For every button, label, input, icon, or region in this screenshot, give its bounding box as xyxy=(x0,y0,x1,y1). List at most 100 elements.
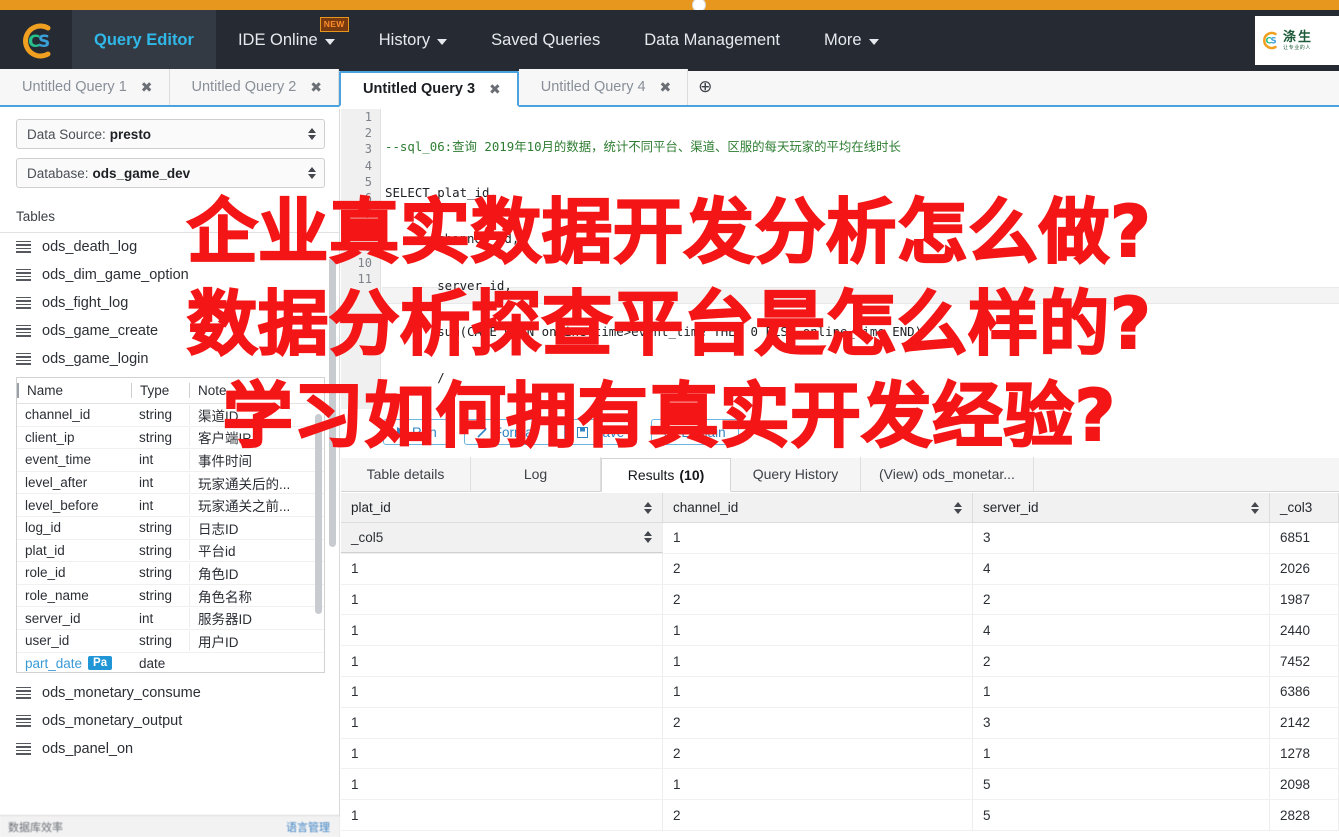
table-list-item[interactable]: ods_monetary_consume xyxy=(0,679,339,707)
column-row[interactable]: event_time int 事件时间 xyxy=(17,449,324,472)
table-list-item[interactable]: ods_game_create xyxy=(0,317,339,345)
nav-item-saved-queries[interactable]: Saved Queries xyxy=(469,10,622,71)
tab-query-history[interactable]: Query History xyxy=(731,457,861,491)
table-row[interactable]: 1 2 3 2142 xyxy=(341,707,1339,739)
sort-icon[interactable] xyxy=(1251,501,1259,514)
column-row[interactable]: user_id string 用户ID xyxy=(17,630,324,653)
table-list-item-expanded[interactable]: ods_game_login xyxy=(0,345,339,373)
data-source-select[interactable]: Data Source: presto xyxy=(16,119,325,149)
column-row[interactable]: level_after int 玩家通关后的... xyxy=(17,472,324,495)
column-row[interactable]: role_name string 角色名称 xyxy=(17,585,324,608)
close-icon[interactable]: ✖ xyxy=(489,81,501,98)
cell-plat-id[interactable]: _col5 xyxy=(341,523,663,553)
query-tab-4[interactable]: Untitled Query 4 ✖ xyxy=(518,69,689,105)
column-row-partition[interactable]: part_date Pa date xyxy=(17,653,324,672)
nav-item-history[interactable]: History xyxy=(357,10,469,71)
nav-item-ide-online[interactable]: IDE Online NEW xyxy=(216,10,357,71)
table-name: ods_dim_game_option xyxy=(42,267,189,283)
left-sidebar: Data Source: presto Database: ods_game_d… xyxy=(0,109,340,837)
grid-header-plat-id[interactable]: plat_id xyxy=(341,493,663,522)
video-progress-bar[interactable] xyxy=(0,0,1339,12)
column-header-name[interactable]: Name xyxy=(17,383,131,398)
cell-col3: 6386 xyxy=(1270,676,1339,707)
cell-server-id: 4 xyxy=(973,553,1270,584)
column-row[interactable]: channel_id string 渠道ID xyxy=(17,404,324,427)
table-list-item[interactable]: ods_panel_on xyxy=(0,735,339,763)
tab-view-table[interactable]: (View) ods_monetar... xyxy=(861,457,1034,491)
cell-spinner-icon[interactable] xyxy=(644,531,652,544)
table-row[interactable]: 1 1 4 2440 xyxy=(341,615,1339,647)
table-list-item[interactable]: ods_monetary_output xyxy=(0,707,339,735)
table-icon xyxy=(16,324,31,338)
panel-scrollbar[interactable] xyxy=(315,414,322,614)
nav-label: Query Editor xyxy=(94,31,194,49)
column-note: 客户端IP xyxy=(189,427,319,448)
database-select[interactable]: Database: ods_game_dev xyxy=(16,158,325,188)
cell-col3: 1278 xyxy=(1270,738,1339,769)
tab-table-details[interactable]: Table details xyxy=(341,457,471,491)
table-row[interactable]: 1 2 5 2828 xyxy=(341,800,1339,831)
table-list-item[interactable]: ods_death_log xyxy=(0,233,339,261)
cell-channel-id: 1 xyxy=(663,646,973,676)
cell-server-id: 2 xyxy=(973,584,1270,615)
cell-plat-id: 1 xyxy=(341,738,663,769)
close-icon[interactable]: ✖ xyxy=(310,79,322,96)
column-row[interactable]: plat_id string 平台id xyxy=(17,540,324,563)
query-tab-1[interactable]: Untitled Query 1 ✖ xyxy=(0,69,170,105)
sort-icon[interactable] xyxy=(644,501,652,514)
editor-toolbar: Run Format Save Explain xyxy=(341,409,1339,455)
grid-header-server-id[interactable]: server_id xyxy=(973,493,1270,522)
column-name: user_id xyxy=(25,633,70,649)
close-icon[interactable]: ✖ xyxy=(660,79,672,96)
format-button[interactable]: Format xyxy=(463,419,550,445)
table-list-item[interactable]: ods_fight_log xyxy=(0,289,339,317)
column-row[interactable]: log_id string 日志ID xyxy=(17,517,324,540)
column-name: channel_id xyxy=(25,407,91,423)
nav-item-data-management[interactable]: Data Management xyxy=(622,10,802,71)
sidebar-scrollbar[interactable] xyxy=(329,257,336,547)
grid-header-channel-id[interactable]: channel_id xyxy=(663,493,973,522)
table-row[interactable]: _col5 1 3 6851 xyxy=(341,523,1339,554)
app-logo[interactable]: C S xyxy=(0,10,72,71)
grid-header-col3[interactable]: _col3 xyxy=(1270,493,1339,522)
query-tab-3[interactable]: Untitled Query 3 ✖ xyxy=(339,71,519,107)
status-right-link[interactable]: 语言管理 xyxy=(286,819,330,835)
tab-log[interactable]: Log xyxy=(471,457,601,491)
table-row[interactable]: 1 1 1 6386 xyxy=(341,676,1339,708)
line-number: 11 xyxy=(357,271,372,286)
run-button[interactable]: Run xyxy=(383,419,450,445)
explain-button[interactable]: Explain xyxy=(651,419,739,445)
table-icon xyxy=(16,714,31,728)
column-header-type[interactable]: Type xyxy=(131,383,189,398)
table-row[interactable]: 1 1 2 7452 xyxy=(341,646,1339,677)
table-list-item[interactable]: ods_dim_game_option xyxy=(0,261,339,289)
editor-code[interactable]: --sql_06:查询 2019年10月的数据，统计不同平台、渠道、区服的每天玩… xyxy=(385,109,1339,409)
table-row[interactable]: 1 2 4 2026 xyxy=(341,553,1339,585)
table-row[interactable]: 1 2 1 1278 xyxy=(341,738,1339,770)
column-row[interactable]: level_before int 玩家通关之前... xyxy=(17,494,324,517)
table-name: ods_game_create xyxy=(42,323,159,339)
column-row[interactable]: server_id int 服务器ID xyxy=(17,607,324,630)
column-header-note[interactable]: Note xyxy=(189,383,319,398)
grid-header-label: plat_id xyxy=(351,500,391,515)
cell-plat-id: 1 xyxy=(341,769,663,800)
table-row[interactable]: 1 1 5 2098 xyxy=(341,769,1339,801)
code-line: --sql_06:查询 2019年10月的数据，统计不同平台、渠道、区服的每天玩… xyxy=(385,139,901,154)
sort-icon[interactable] xyxy=(954,501,962,514)
add-tab-button[interactable]: ⊕ xyxy=(688,69,722,105)
column-type: string xyxy=(139,520,173,536)
new-badge: NEW xyxy=(319,17,349,32)
column-row[interactable]: role_id string 角色ID xyxy=(17,562,324,585)
column-row[interactable]: client_ip string 客户端IP xyxy=(17,427,324,450)
table-row[interactable]: 1 2 2 1987 xyxy=(341,584,1339,616)
cell-server-id: 3 xyxy=(973,523,1270,553)
nav-item-query-editor[interactable]: Query Editor xyxy=(72,10,216,71)
close-icon[interactable]: ✖ xyxy=(141,79,153,96)
query-tab-2[interactable]: Untitled Query 2 ✖ xyxy=(169,69,340,105)
nav-item-more[interactable]: More xyxy=(802,10,901,71)
tab-results[interactable]: Results (10) xyxy=(601,458,731,492)
save-button[interactable]: Save xyxy=(563,419,638,445)
line-number: 2 xyxy=(364,126,372,141)
sql-editor[interactable]: 1 2 3 4 5 6 7 8 9 10 11 --sql_06:查询 2019… xyxy=(341,109,1339,409)
cs-watermark-icon: C S xyxy=(1259,30,1280,51)
